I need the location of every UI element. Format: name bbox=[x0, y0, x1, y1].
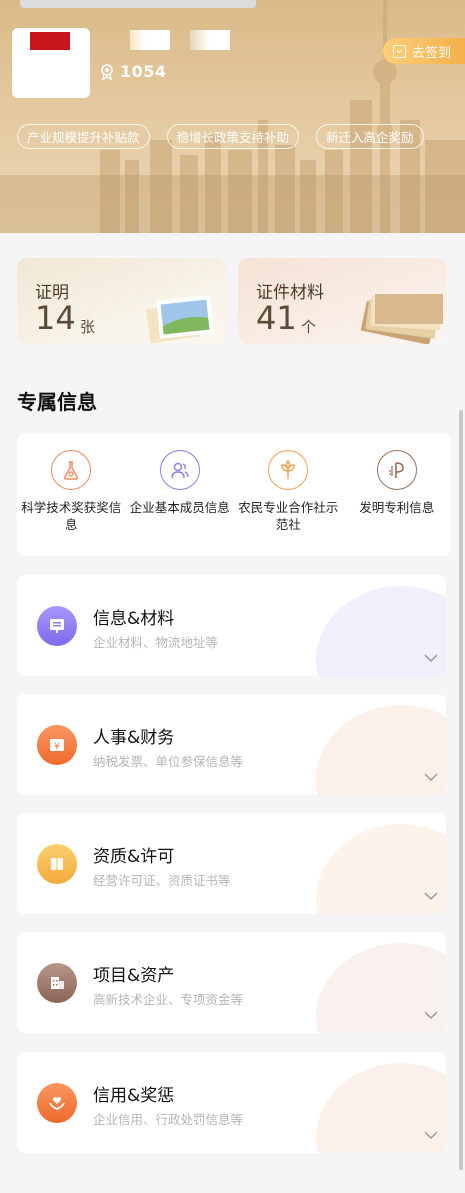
category-credit-rewards[interactable]: 信用&奖惩 企业信用、行政处罚信息等 bbox=[17, 1052, 446, 1153]
category-hr-finance[interactable]: ¥ 人事&财务 纳税发票、单位参保信息等 bbox=[17, 694, 446, 795]
folders-illustration bbox=[360, 294, 443, 344]
category-project-assets[interactable]: 项目&资产 高新技术企业、专项资金等 bbox=[17, 932, 446, 1033]
category-title: 信息&材料 bbox=[93, 609, 175, 629]
sprout-icon bbox=[268, 450, 309, 490]
stat-cards: 证明 14 张 证件材料 41 个 bbox=[17, 258, 447, 344]
document-material-card[interactable]: 证件材料 41 个 bbox=[238, 258, 447, 344]
signin-button[interactable]: 去签到 bbox=[383, 38, 465, 64]
grid-item-members[interactable]: 企业基本成员信息 bbox=[126, 433, 235, 556]
grid-item-label: 科学技术奖获奖信息 bbox=[21, 500, 122, 532]
category-title: 资质&许可 bbox=[93, 847, 175, 867]
stat-unit: 个 bbox=[301, 318, 317, 336]
category-subtitle: 纳税发票、单位参保信息等 bbox=[93, 754, 244, 769]
tag-item[interactable]: 稳增长政策支持补助 bbox=[166, 124, 300, 149]
tag-item[interactable]: 新迁入高企奖励 bbox=[316, 124, 424, 149]
grid-item-label: 企业基本成员信息 bbox=[129, 500, 230, 515]
people-icon bbox=[159, 450, 200, 490]
name-placeholder bbox=[190, 30, 230, 50]
svg-text:¥: ¥ bbox=[54, 742, 60, 752]
signin-label: 去签到 bbox=[412, 45, 452, 61]
points-value: 1054 bbox=[120, 62, 167, 81]
building-icon bbox=[37, 963, 77, 1003]
stat-unit: 张 bbox=[80, 318, 96, 336]
chevron-down-icon[interactable] bbox=[424, 1130, 438, 1140]
profile-header: 1054 去签到 产业规模提升补贴款 稳增长政策支持补助 新迁入高企奖励 bbox=[0, 0, 465, 233]
category-subtitle: 企业信用、行政处罚信息等 bbox=[93, 1112, 244, 1127]
stat-value: 14 bbox=[35, 299, 76, 337]
grid-item-label: 农民专业合作社示范社 bbox=[238, 500, 339, 532]
chevron-down-icon[interactable] bbox=[424, 1010, 438, 1020]
chevron-down-icon[interactable] bbox=[424, 772, 438, 782]
tag-list: 产业规模提升补贴款 稳增长政策支持补助 新迁入高企奖励 bbox=[17, 124, 424, 149]
grid-item-science-award[interactable]: 科学技术奖获奖信息 bbox=[17, 433, 126, 556]
category-title: 人事&财务 bbox=[93, 728, 175, 748]
category-info-materials[interactable]: 信息&材料 企业材料、物流地址等 bbox=[17, 575, 446, 676]
grid-item-cooperative[interactable]: 农民专业合作社示范社 bbox=[234, 433, 343, 556]
points-display: 1054 bbox=[100, 62, 167, 81]
feature-grid: 科学技术奖获奖信息 企业基本成员信息 农民专业合作社示范社 发明专利信息 bbox=[17, 433, 451, 556]
flask-icon bbox=[51, 450, 92, 490]
scrollbar[interactable] bbox=[459, 410, 463, 1170]
name-placeholder bbox=[130, 30, 170, 50]
stat-value: 41 bbox=[256, 299, 297, 337]
book-icon bbox=[37, 844, 77, 884]
chevron-down-icon[interactable] bbox=[424, 653, 438, 663]
calendar-check-icon bbox=[393, 44, 406, 58]
patent-icon bbox=[376, 450, 417, 490]
category-title: 信用&奖惩 bbox=[93, 1086, 175, 1106]
top-placeholder-bar bbox=[20, 0, 256, 8]
medal-icon bbox=[101, 63, 113, 80]
category-qualification-license[interactable]: 资质&许可 经营许可证、资质证书等 bbox=[17, 813, 446, 914]
section-title: 专属信息 bbox=[17, 390, 97, 414]
category-subtitle: 经营许可证、资质证书等 bbox=[93, 873, 231, 888]
tag-item[interactable]: 产业规模提升补贴款 bbox=[17, 124, 150, 149]
photos-illustration bbox=[145, 295, 214, 344]
certificate-card[interactable]: 证明 14 张 bbox=[17, 258, 226, 344]
category-subtitle: 高新技术企业、专项资金等 bbox=[93, 992, 244, 1007]
finance-icon: ¥ bbox=[37, 725, 77, 765]
category-title: 项目&资产 bbox=[93, 966, 175, 986]
grid-item-label: 发明专利信息 bbox=[359, 500, 435, 515]
hands-heart-icon bbox=[37, 1083, 77, 1123]
document-icon bbox=[37, 606, 77, 646]
grid-item-patent[interactable]: 发明专利信息 bbox=[343, 433, 452, 556]
category-subtitle: 企业材料、物流地址等 bbox=[93, 635, 219, 650]
avatar[interactable] bbox=[12, 28, 90, 98]
chevron-down-icon[interactable] bbox=[424, 891, 438, 901]
